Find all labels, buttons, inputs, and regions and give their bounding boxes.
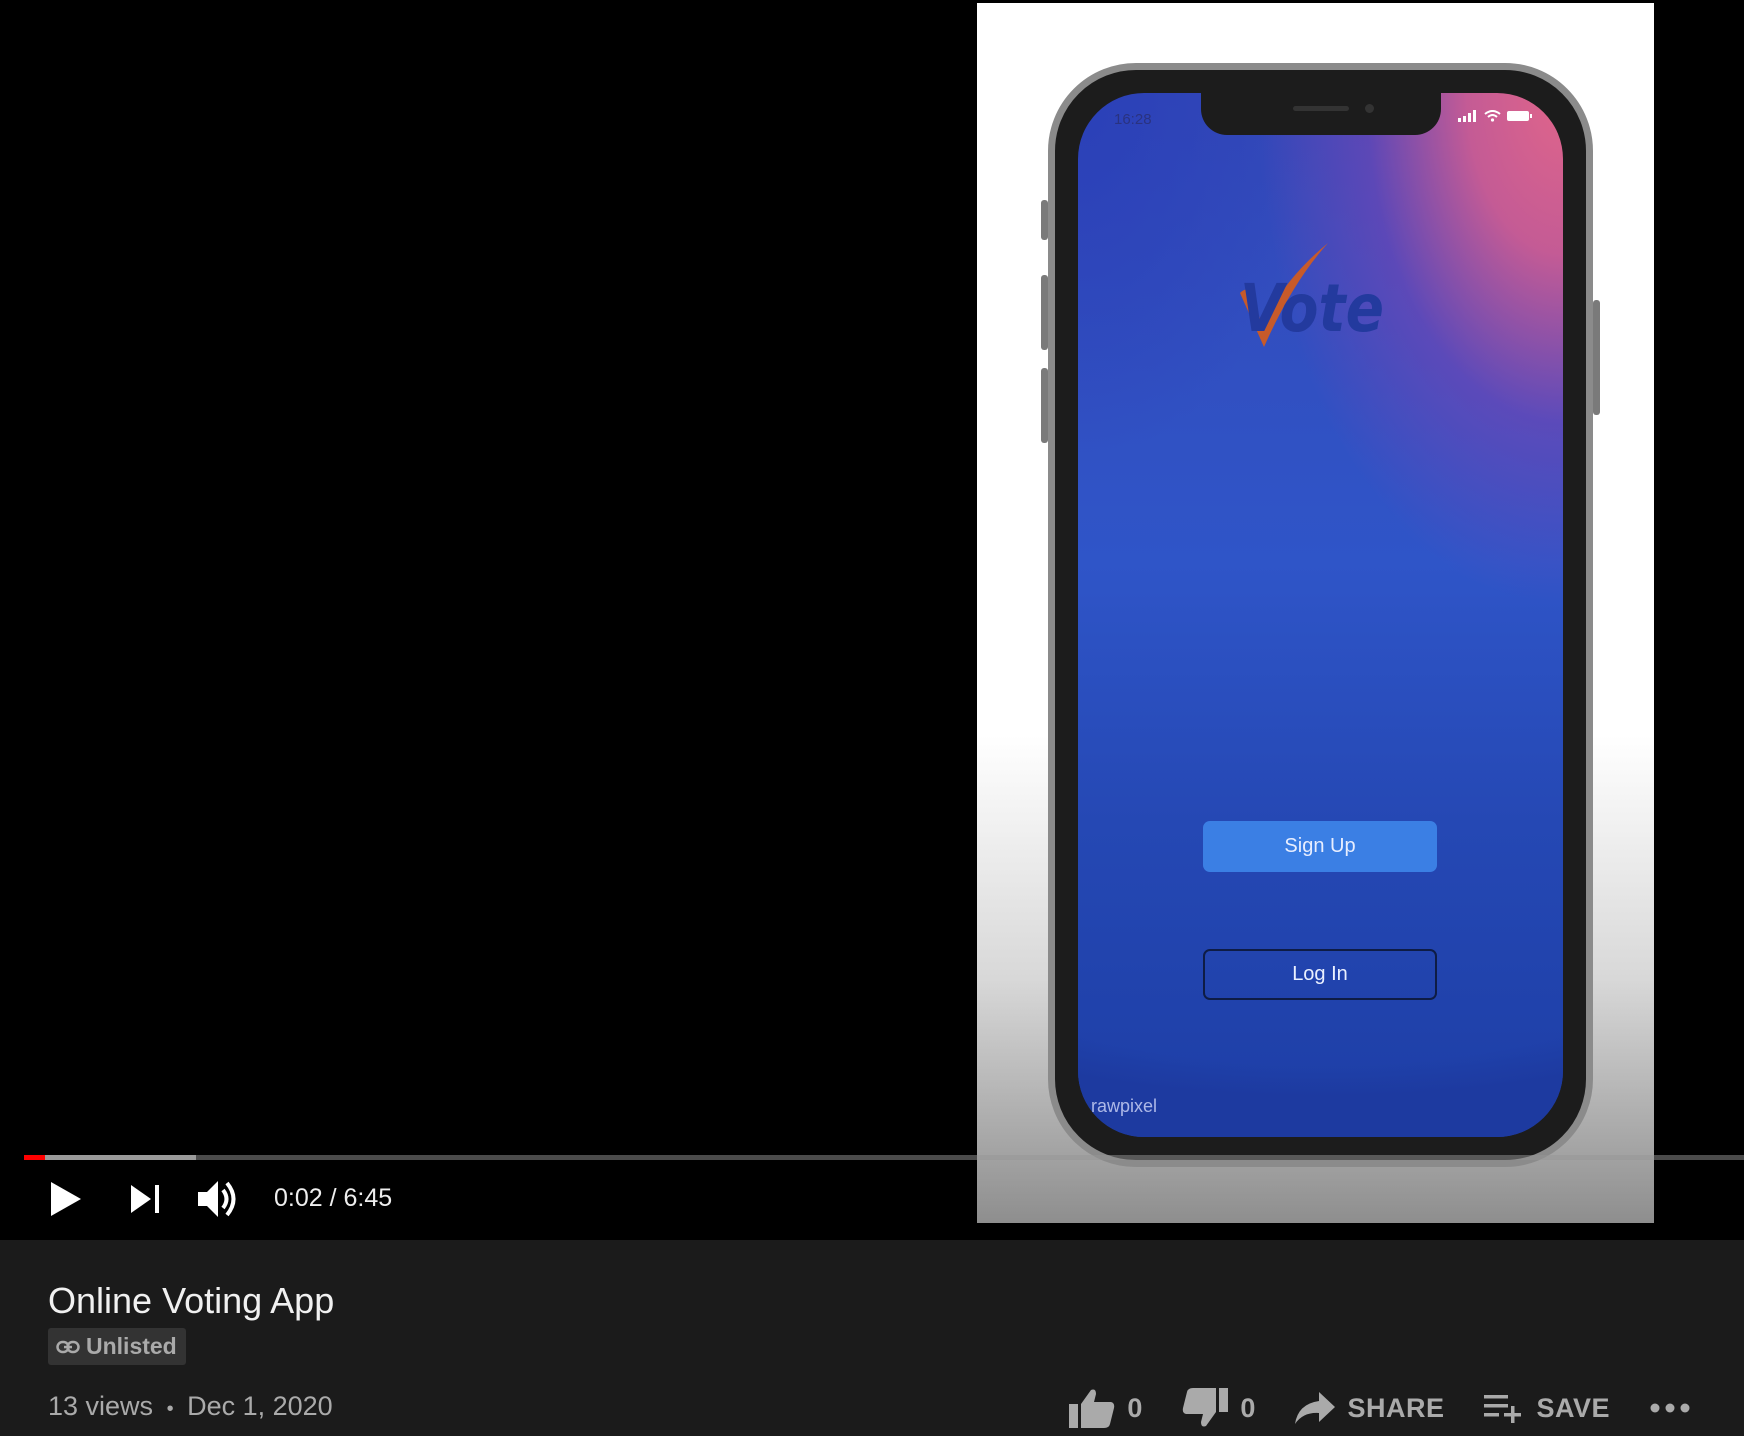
play-icon: [51, 1182, 81, 1216]
action-bar: 0 0 SHARE SAVE: [1029, 1388, 1690, 1428]
phone-notch: [1200, 93, 1441, 135]
next-button[interactable]: [124, 1178, 168, 1220]
front-camera: [1364, 104, 1374, 113]
wifi-icon: [1484, 110, 1501, 122]
speaker-grille: [1292, 106, 1349, 111]
phone-mockup: 16:28 Vote Sign Up Log In rawpixel: [1041, 63, 1600, 1167]
vote-logo-text: Vote: [1240, 270, 1384, 347]
unlisted-badge: Unlisted: [48, 1328, 186, 1365]
upload-date: Dec 1, 2020: [187, 1391, 333, 1421]
share-button[interactable]: SHARE: [1295, 1392, 1444, 1424]
vote-logo: Vote: [1240, 243, 1384, 347]
share-icon: [1295, 1392, 1336, 1424]
phone-silent-switch: [1041, 200, 1048, 240]
like-button[interactable]: 0: [1069, 1388, 1142, 1428]
time-display: 0:02 / 6:45: [274, 1184, 393, 1212]
video-player[interactable]: 16:28 Vote Sign Up Log In rawpixel 0:02 …: [0, 0, 1744, 1240]
share-label: SHARE: [1347, 1392, 1445, 1423]
progress-buffered: [24, 1155, 196, 1160]
dislike-button[interactable]: 0: [1182, 1388, 1255, 1428]
log-in-button[interactable]: Log In: [1203, 949, 1437, 1000]
volume-button[interactable]: [196, 1174, 246, 1224]
video-frame: 16:28 Vote Sign Up Log In rawpixel: [977, 3, 1654, 1223]
save-label: SAVE: [1536, 1392, 1610, 1423]
phone-volume-down: [1041, 368, 1048, 443]
phone-screen: 16:28 Vote Sign Up Log In rawpixel: [1078, 93, 1563, 1137]
meta-separator: •: [166, 1398, 174, 1420]
more-button[interactable]: [1650, 1402, 1690, 1414]
progress-bar[interactable]: [24, 1155, 1744, 1160]
sign-up-button[interactable]: Sign Up: [1203, 821, 1437, 872]
signal-icon: [1458, 110, 1476, 122]
like-count: 0: [1127, 1392, 1143, 1423]
playlist-add-icon: [1484, 1395, 1522, 1423]
thumbs-down-icon: [1183, 1388, 1229, 1427]
status-icons: [1458, 110, 1533, 122]
battery-icon: [1507, 111, 1532, 121]
next-icon: [131, 1185, 159, 1213]
link-icon: [56, 1340, 80, 1353]
unlisted-label: Unlisted: [86, 1333, 177, 1359]
play-button[interactable]: [44, 1176, 88, 1222]
more-icon: [1650, 1403, 1690, 1413]
phone-volume-up: [1041, 275, 1048, 350]
dislike-count: 0: [1240, 1392, 1256, 1423]
save-button[interactable]: SAVE: [1484, 1393, 1610, 1424]
phone-power-button: [1593, 300, 1600, 415]
video-title: Online Voting App: [48, 1280, 335, 1321]
rawpixel-watermark: rawpixel: [1091, 1096, 1158, 1116]
thumbs-up-icon: [1069, 1389, 1115, 1428]
video-meta: 13 views • Dec 1, 2020: [48, 1391, 333, 1422]
volume-icon: [198, 1181, 236, 1217]
progress-played: [24, 1155, 45, 1160]
status-time: 16:28: [1114, 111, 1152, 128]
view-count: 13 views: [48, 1391, 154, 1421]
